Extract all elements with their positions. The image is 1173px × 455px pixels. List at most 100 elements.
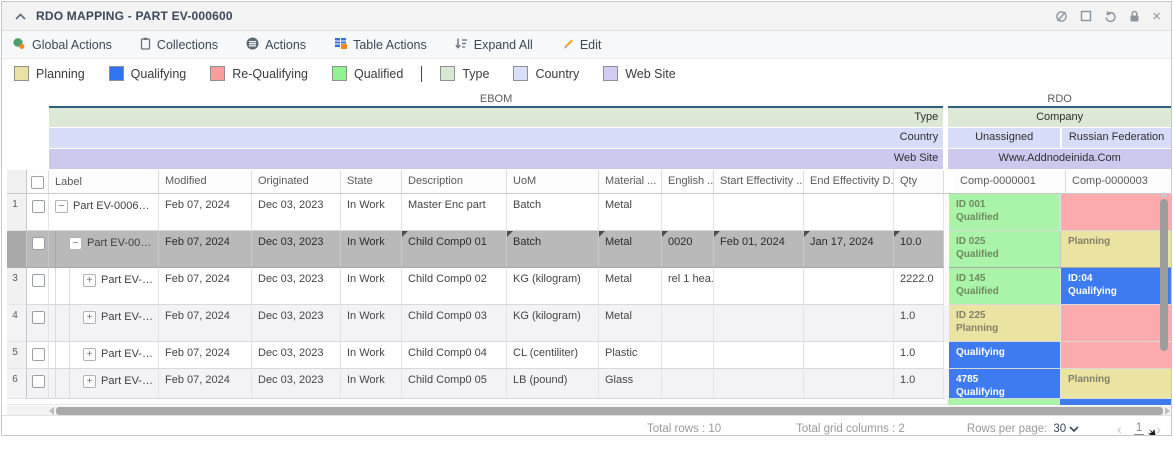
- table-row[interactable]: −Part EV-000601 AFeb 07, 2024Dec 03, 202…: [7, 231, 1171, 268]
- scroll-up-arrow-icon[interactable]: [1160, 192, 1168, 197]
- row-checkbox[interactable]: [32, 237, 45, 250]
- modified-cell[interactable]: Feb 07, 2024: [159, 369, 252, 399]
- column-header-originated[interactable]: Originated: [252, 170, 341, 193]
- comp-0000003-status-cell[interactable]: ID:04Qualifying: [1061, 268, 1172, 305]
- qty-cell[interactable]: 1.0: [894, 342, 944, 369]
- modified-cell[interactable]: Feb 07, 2024: [159, 305, 252, 342]
- qty-cell[interactable]: 2222.0: [894, 268, 944, 305]
- uom-cell[interactable]: KG (kilogram): [507, 305, 599, 342]
- modified-cell[interactable]: Feb 07, 2024: [159, 194, 252, 231]
- column-header-description[interactable]: Description: [402, 170, 507, 193]
- english-cell[interactable]: [662, 194, 714, 231]
- select-all-checkbox[interactable]: [31, 176, 44, 189]
- lock-icon[interactable]: [1129, 10, 1140, 23]
- column-header-start-effectivity[interactable]: Start Effectivity ...: [714, 170, 804, 193]
- description-cell[interactable]: Child Comp0 02: [402, 268, 507, 305]
- start-cell[interactable]: [714, 342, 804, 369]
- comp-0000003-status-cell[interactable]: Planning: [1061, 369, 1172, 399]
- horizontal-scrollbar[interactable]: [7, 406, 1172, 415]
- part-label-cell[interactable]: −Part EV-000601 A: [49, 231, 159, 268]
- uom-cell[interactable]: CL (centiliter): [507, 342, 599, 369]
- end-cell[interactable]: [804, 268, 894, 305]
- comp-0000001-status-cell[interactable]: Qualifying: [949, 342, 1061, 369]
- expand-plus-icon[interactable]: +: [83, 274, 96, 287]
- table-actions-button[interactable]: Table Actions: [334, 37, 427, 52]
- end-cell[interactable]: Jan 17, 2024: [804, 231, 894, 268]
- expand-all-button[interactable]: Expand All: [455, 37, 533, 53]
- prev-page-button[interactable]: ‹: [1117, 421, 1122, 437]
- start-cell[interactable]: [714, 268, 804, 305]
- collections-button[interactable]: Collections: [140, 37, 218, 53]
- end-cell[interactable]: [804, 305, 894, 342]
- originated-cell[interactable]: Dec 03, 2023: [252, 342, 341, 369]
- expand-plus-icon[interactable]: +: [83, 311, 96, 324]
- part-label-cell[interactable]: −Part EV-000600 A: [49, 194, 159, 231]
- start-cell[interactable]: [714, 194, 804, 231]
- horizontal-scroll-thumb[interactable]: [56, 407, 1163, 415]
- material-cell[interactable]: Metal: [599, 194, 662, 231]
- part-label-cell[interactable]: +Part EV-000...: [49, 305, 159, 342]
- table-row[interactable]: 5+Part EV-000...Feb 07, 2024Dec 03, 2023…: [7, 342, 1171, 369]
- material-cell[interactable]: Plastic: [599, 342, 662, 369]
- originated-cell[interactable]: Dec 03, 2023: [252, 305, 341, 342]
- scroll-left-arrow-icon[interactable]: [49, 407, 54, 415]
- material-cell[interactable]: Metal: [599, 231, 662, 268]
- close-icon[interactable]: ×: [1152, 9, 1161, 24]
- comp-0000003-status-cell[interactable]: [1061, 342, 1172, 369]
- end-cell[interactable]: [804, 369, 894, 399]
- modified-cell[interactable]: Feb 07, 2024: [159, 342, 252, 369]
- uom-cell[interactable]: LB (pound): [507, 369, 599, 399]
- column-header-comp-0000003[interactable]: Comp-0000003: [1066, 170, 1172, 193]
- global-actions-button[interactable]: Global Actions: [12, 37, 112, 53]
- description-cell[interactable]: Child Comp0 01: [402, 231, 507, 268]
- uom-cell[interactable]: Batch: [507, 194, 599, 231]
- material-cell[interactable]: Glass: [599, 369, 662, 399]
- row-checkbox[interactable]: [32, 274, 45, 287]
- maximize-icon[interactable]: [1080, 10, 1092, 22]
- rows-per-page-select[interactable]: 30: [1053, 423, 1079, 435]
- column-header-end-effectivity[interactable]: End Effectivity D...: [804, 170, 894, 193]
- description-cell[interactable]: Master Enc part: [402, 194, 507, 231]
- end-cell[interactable]: [804, 194, 894, 231]
- column-header-state[interactable]: State: [341, 170, 402, 193]
- table-row[interactable]: 6+Part EV-000...Feb 07, 2024Dec 03, 2023…: [7, 369, 1171, 399]
- start-cell[interactable]: [714, 305, 804, 342]
- expand-plus-icon[interactable]: +: [83, 348, 96, 361]
- modified-cell[interactable]: Feb 07, 2024: [159, 231, 252, 268]
- table-row[interactable]: 1−Part EV-000600 AFeb 07, 2024Dec 03, 20…: [7, 194, 1171, 231]
- english-cell[interactable]: rel 1 hea...: [662, 268, 714, 305]
- column-header-comp-0000001[interactable]: Comp-0000001: [954, 170, 1066, 193]
- column-header-label[interactable]: Label: [49, 170, 159, 193]
- start-cell[interactable]: [714, 369, 804, 399]
- vertical-scrollbar[interactable]: [1159, 192, 1168, 422]
- edit-button[interactable]: Edit: [561, 37, 602, 53]
- comp-0000001-status-cell[interactable]: ID 025Qualified: [949, 231, 1061, 268]
- comp-0000003-status-cell[interactable]: [1061, 194, 1172, 231]
- comp-0000001-status-cell[interactable]: 4785Qualifying: [949, 369, 1061, 399]
- expand-plus-icon[interactable]: +: [83, 375, 96, 388]
- material-cell[interactable]: Metal: [599, 268, 662, 305]
- collapse-minus-icon[interactable]: −: [55, 200, 68, 213]
- english-cell[interactable]: [662, 305, 714, 342]
- state-cell[interactable]: In Work: [341, 369, 402, 399]
- column-header-modified[interactable]: Modified: [159, 170, 252, 193]
- state-cell[interactable]: In Work: [341, 305, 402, 342]
- table-row[interactable]: 3+Part EV-000...Feb 07, 2024Dec 03, 2023…: [7, 268, 1171, 305]
- end-cell[interactable]: [804, 342, 894, 369]
- reset-undo-icon[interactable]: [1104, 10, 1117, 23]
- originated-cell[interactable]: Dec 03, 2023: [252, 231, 341, 268]
- row-checkbox[interactable]: [32, 348, 45, 361]
- column-header-english[interactable]: English ...: [662, 170, 714, 193]
- state-cell[interactable]: In Work: [341, 268, 402, 305]
- row-checkbox[interactable]: [32, 375, 45, 388]
- originated-cell[interactable]: Dec 03, 2023: [252, 268, 341, 305]
- originated-cell[interactable]: Dec 03, 2023: [252, 194, 341, 231]
- refresh-icon[interactable]: [1055, 10, 1068, 23]
- collapse-minus-icon[interactable]: −: [69, 237, 82, 250]
- table-row[interactable]: 4+Part EV-000...Feb 07, 2024Dec 03, 2023…: [7, 305, 1171, 342]
- qty-cell[interactable]: 10.0: [894, 231, 944, 268]
- qty-cell[interactable]: [894, 194, 944, 231]
- column-header-qty[interactable]: Qty: [894, 170, 944, 193]
- modified-cell[interactable]: Feb 07, 2024: [159, 268, 252, 305]
- description-cell[interactable]: Child Comp0 05: [402, 369, 507, 399]
